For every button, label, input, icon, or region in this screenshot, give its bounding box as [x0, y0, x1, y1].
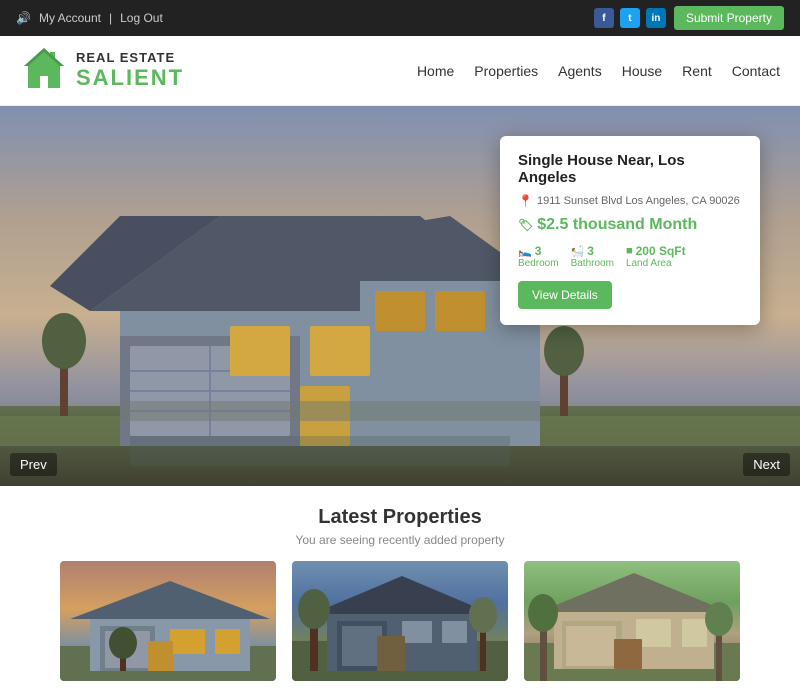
hero-prev-button[interactable]: Prev: [10, 453, 57, 476]
logout-link[interactable]: Log Out: [120, 11, 163, 25]
bath-icon: 🛀: [571, 245, 585, 258]
area-label: Land Area: [626, 258, 672, 269]
tag-icon: 🏷: [518, 218, 533, 232]
nav-agents[interactable]: Agents: [558, 63, 602, 79]
logo-text: REAL ESTATE SALIENT: [76, 50, 184, 92]
bedroom-detail: 🛌 3 Bedroom: [518, 244, 559, 269]
property-address: 📍 1911 Sunset Blvd Los Angeles, CA 90026: [518, 194, 742, 208]
property-thumb-1[interactable]: [60, 561, 276, 681]
nav-contact[interactable]: Contact: [732, 63, 780, 79]
top-bar-right: f t in Submit Property: [594, 6, 784, 30]
main-nav: Home Properties Agents House Rent Contac…: [417, 63, 780, 79]
house-image-3: [524, 561, 740, 681]
facebook-icon[interactable]: f: [594, 8, 614, 28]
bedroom-label: Bedroom: [518, 258, 559, 269]
bed-icon: 🛌: [518, 245, 532, 258]
nav-home[interactable]: Home: [417, 63, 454, 79]
area-detail: ■ 200 SqFt Land Area: [626, 244, 686, 269]
property-card: Single House Near, Los Angeles 📍 1911 Su…: [500, 136, 760, 325]
logo-real-estate: REAL ESTATE: [76, 50, 184, 66]
submit-property-button[interactable]: Submit Property: [674, 6, 784, 30]
bathroom-label: Bathroom: [571, 258, 614, 269]
nav-properties[interactable]: Properties: [474, 63, 538, 79]
logo-salient: SALIENT: [76, 65, 184, 91]
latest-title: Latest Properties: [20, 506, 780, 529]
hero-section: Single House Near, Los Angeles 📍 1911 Su…: [0, 106, 800, 486]
latest-properties-section: Latest Properties You are seeing recentl…: [0, 486, 800, 691]
my-account-link[interactable]: My Account: [39, 11, 101, 25]
property-price: 🏷 $2.5 thousand Month: [518, 216, 742, 234]
separator: |: [109, 11, 112, 25]
pin-icon: 📍: [518, 194, 533, 208]
top-bar: 🔊 My Account | Log Out f t in Submit Pro…: [0, 0, 800, 36]
property-details: 🛌 3 Bedroom 🛀 3 Bathroom ■ 200 SqFt Land…: [518, 244, 742, 269]
hero-next-button[interactable]: Next: [743, 453, 790, 476]
properties-grid: [20, 561, 780, 681]
speaker-icon: 🔊: [16, 11, 31, 25]
latest-subtitle: You are seeing recently added property: [20, 533, 780, 547]
area-icon: ■: [626, 245, 633, 257]
linkedin-icon[interactable]: in: [646, 8, 666, 28]
property-title: Single House Near, Los Angeles: [518, 152, 742, 186]
top-bar-left: 🔊 My Account | Log Out: [16, 11, 163, 25]
logo-icon: [20, 44, 68, 97]
header: REAL ESTATE SALIENT Home Properties Agen…: [0, 36, 800, 106]
logo: REAL ESTATE SALIENT: [20, 44, 184, 97]
bathroom-detail: 🛀 3 Bathroom: [571, 244, 614, 269]
property-thumb-2[interactable]: [292, 561, 508, 681]
nav-house[interactable]: House: [622, 63, 662, 79]
twitter-icon[interactable]: t: [620, 8, 640, 28]
house-image-1: [60, 561, 276, 681]
nav-rent[interactable]: Rent: [682, 63, 712, 79]
social-icons: f t in: [594, 8, 666, 28]
house-image-2: [292, 561, 508, 681]
property-thumb-3[interactable]: [524, 561, 740, 681]
view-details-button[interactable]: View Details: [518, 281, 612, 309]
